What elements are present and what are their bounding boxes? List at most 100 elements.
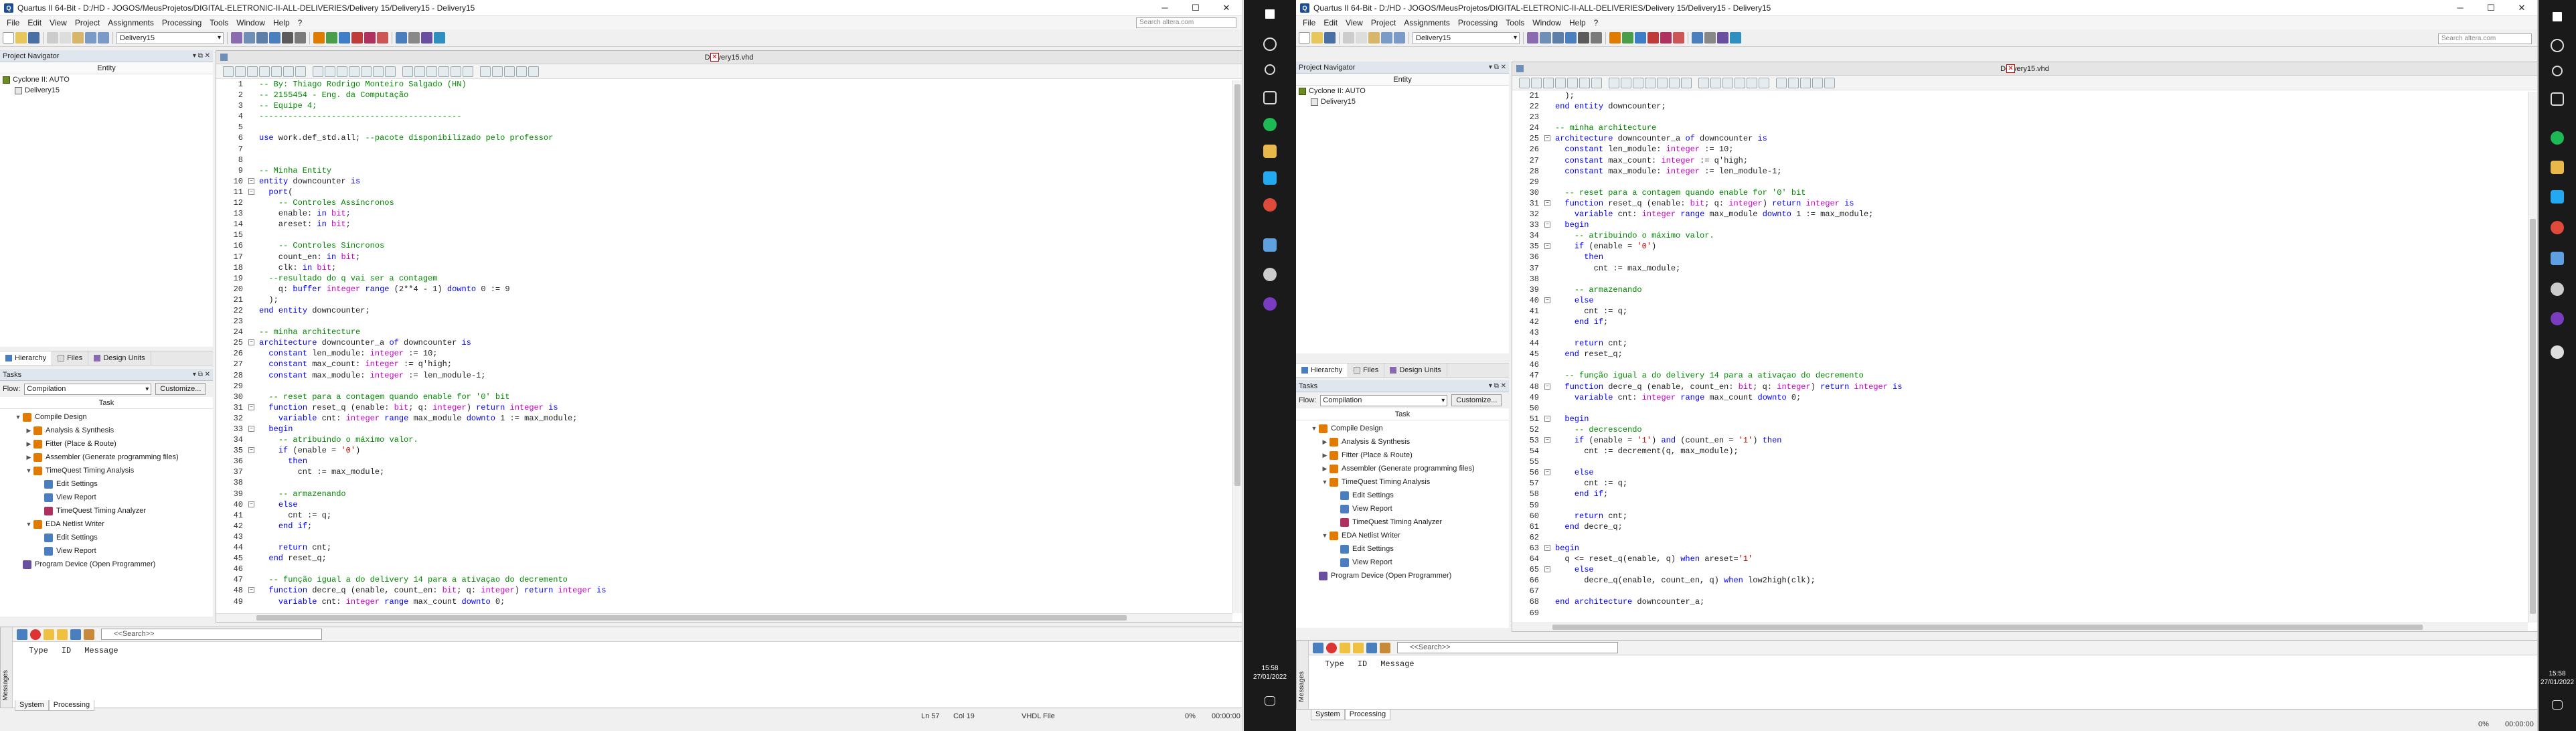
document-tab[interactable]: Delivery15.vhd ✕: [216, 51, 1242, 64]
new-file-icon[interactable]: [1299, 32, 1310, 44]
code-line[interactable]: 24 -- minha architecture: [1512, 123, 2537, 133]
code-line[interactable]: 21 );: [216, 295, 1242, 305]
code-line[interactable]: 40− else: [216, 499, 1242, 510]
chrome-icon[interactable]: [1263, 198, 1277, 212]
code-line[interactable]: 22 end entity downcounter;: [1512, 101, 2537, 112]
cut-icon[interactable]: [1343, 32, 1354, 44]
clear-bookmark-icon[interactable]: [480, 66, 491, 77]
pane-controls-icon[interactable]: ▾ ⧉ ✕: [193, 50, 210, 62]
code-line[interactable]: 3 -- Equipe 4;: [216, 100, 1242, 111]
code-line[interactable]: 25− architecture downcounter_a of downcou…: [216, 337, 1242, 348]
expand-arrow-icon[interactable]: ▶: [1320, 449, 1330, 462]
chip-planner-icon[interactable]: [1540, 32, 1551, 44]
app-icon[interactable]: [2551, 282, 2564, 296]
device-item[interactable]: Cyclone II: AUTO: [1296, 86, 1509, 96]
pane-controls-icon[interactable]: ▾ ⧉ ✕: [193, 369, 210, 381]
close-tab-icon[interactable]: ✕: [2006, 64, 2015, 73]
minimize-button[interactable]: ─: [1149, 0, 1180, 16]
code-line[interactable]: 46: [216, 564, 1242, 574]
block-icon[interactable]: [402, 66, 413, 77]
timequest-icon[interactable]: [364, 32, 376, 44]
go-to-icon[interactable]: [1735, 77, 1745, 88]
code-line[interactable]: 14 areset: in bit;: [216, 219, 1242, 230]
copy-icon[interactable]: [1356, 32, 1367, 44]
code-line[interactable]: 6 use work.def_std.all; --pacote disponib…: [216, 133, 1242, 143]
replace-icon[interactable]: [271, 66, 282, 77]
expand-arrow-icon[interactable]: ▼: [24, 517, 33, 531]
symbol-icon[interactable]: [414, 66, 425, 77]
code-line[interactable]: 68 end architecture downcounter_a;: [1512, 596, 2537, 607]
maximize-button[interactable]: ☐: [2476, 0, 2506, 16]
view-icon[interactable]: [492, 66, 503, 77]
netlist-icon[interactable]: [295, 32, 306, 44]
cut-icon[interactable]: [47, 32, 58, 44]
code-line[interactable]: 5: [216, 122, 1242, 133]
expand-arrow-icon[interactable]: ▼: [1309, 422, 1319, 435]
menu-window[interactable]: Window: [1528, 16, 1565, 29]
code-line[interactable]: 20 q: buffer integer range (2**4 - 1) do…: [216, 284, 1242, 295]
task-item[interactable]: View Report: [1296, 502, 1509, 515]
fold-toggle-icon[interactable]: −: [1544, 415, 1550, 422]
code-line[interactable]: 33− begin: [216, 424, 1242, 434]
menu-tools[interactable]: Tools: [1502, 16, 1528, 29]
error-filter-icon[interactable]: [30, 629, 41, 640]
settings-icon[interactable]: [1527, 32, 1538, 44]
search-icon[interactable]: [2551, 39, 2564, 52]
expand-arrow-icon[interactable]: ▼: [13, 410, 23, 424]
find-icon[interactable]: [259, 66, 270, 77]
code-line[interactable]: 27 constant max_count: integer := q'high…: [216, 359, 1242, 370]
unindent-icon[interactable]: [295, 66, 306, 77]
code-line[interactable]: 39 -- armazenando: [1512, 285, 2537, 295]
fold-toggle-icon[interactable]: −: [1544, 469, 1550, 476]
message-search-input[interactable]: <<Search>>: [101, 629, 322, 640]
code-line[interactable]: 22 end entity downcounter;: [216, 305, 1242, 316]
code-line[interactable]: 61 end decre_q;: [1512, 521, 2537, 532]
code-line[interactable]: 60 return cnt;: [1512, 511, 2537, 521]
timequest-icon[interactable]: [1660, 32, 1672, 44]
code-line[interactable]: 49 variable cnt: integer range max_count…: [1512, 392, 2537, 403]
menu-file[interactable]: File: [1299, 16, 1319, 29]
menu-processing[interactable]: Processing: [1454, 16, 1502, 29]
unindent-icon[interactable]: [1591, 77, 1602, 88]
vscode-icon[interactable]: [1263, 171, 1277, 185]
tab-files[interactable]: Files: [52, 351, 89, 365]
close-tab-icon[interactable]: ✕: [710, 53, 719, 62]
replace-icon[interactable]: [1567, 77, 1578, 88]
code-line[interactable]: 24 -- minha architecture: [216, 327, 1242, 337]
fold-toggle-icon[interactable]: −: [248, 177, 254, 184]
prev-bookmark-icon[interactable]: [1657, 77, 1668, 88]
settings-gear-icon[interactable]: [2551, 345, 2564, 359]
code-line[interactable]: 32 variable cnt: integer range max_modul…: [1512, 209, 2537, 220]
insert-file-icon[interactable]: [385, 66, 396, 77]
menu-file[interactable]: File: [3, 16, 23, 29]
redo-icon[interactable]: [98, 32, 109, 44]
task-item[interactable]: Edit Settings: [0, 477, 213, 491]
expand-arrow-icon[interactable]: ▼: [1320, 475, 1330, 489]
entity-select[interactable]: Delivery15: [1413, 31, 1520, 44]
flow-select[interactable]: Compilation: [1320, 394, 1448, 406]
entity-select[interactable]: Delivery15: [116, 31, 224, 44]
spotify-icon[interactable]: [1263, 118, 1277, 131]
code-line[interactable]: 69: [1512, 608, 2537, 619]
code-line[interactable]: 64 q <= reset_q(enable, q) when areset='…: [1512, 554, 2537, 564]
tab-hierarchy[interactable]: Hierarchy: [0, 351, 53, 365]
indent-icon[interactable]: [1579, 77, 1590, 88]
task-item[interactable]: Program Device (Open Programmer): [1296, 569, 1509, 582]
stop-icon[interactable]: [377, 32, 388, 44]
menu-assignments[interactable]: Assignments: [1400, 16, 1454, 29]
scroll-thumb[interactable]: [2530, 219, 2536, 614]
warning-filter-icon[interactable]: [1353, 642, 1364, 653]
code-line[interactable]: 30 -- reset para a contagem quando enabl…: [1512, 187, 2537, 198]
toggle-bookmark-icon[interactable]: [1759, 77, 1769, 88]
report-icon[interactable]: [1704, 32, 1716, 44]
fold-toggle-icon[interactable]: −: [1544, 544, 1550, 551]
task-item[interactable]: ▶ Fitter (Place & Route): [1296, 449, 1509, 462]
open-folder-icon[interactable]: [15, 32, 27, 44]
task-item[interactable]: View Report: [0, 491, 213, 504]
code-line[interactable]: 33− begin: [1512, 220, 2537, 230]
notification-icon[interactable]: [2552, 700, 2563, 710]
open-folder-icon[interactable]: [1311, 32, 1323, 44]
horizontal-scrollbar[interactable]: [1512, 623, 2528, 631]
code-line[interactable]: 23: [1512, 112, 2537, 123]
menu-help[interactable]: Help: [1565, 16, 1590, 29]
